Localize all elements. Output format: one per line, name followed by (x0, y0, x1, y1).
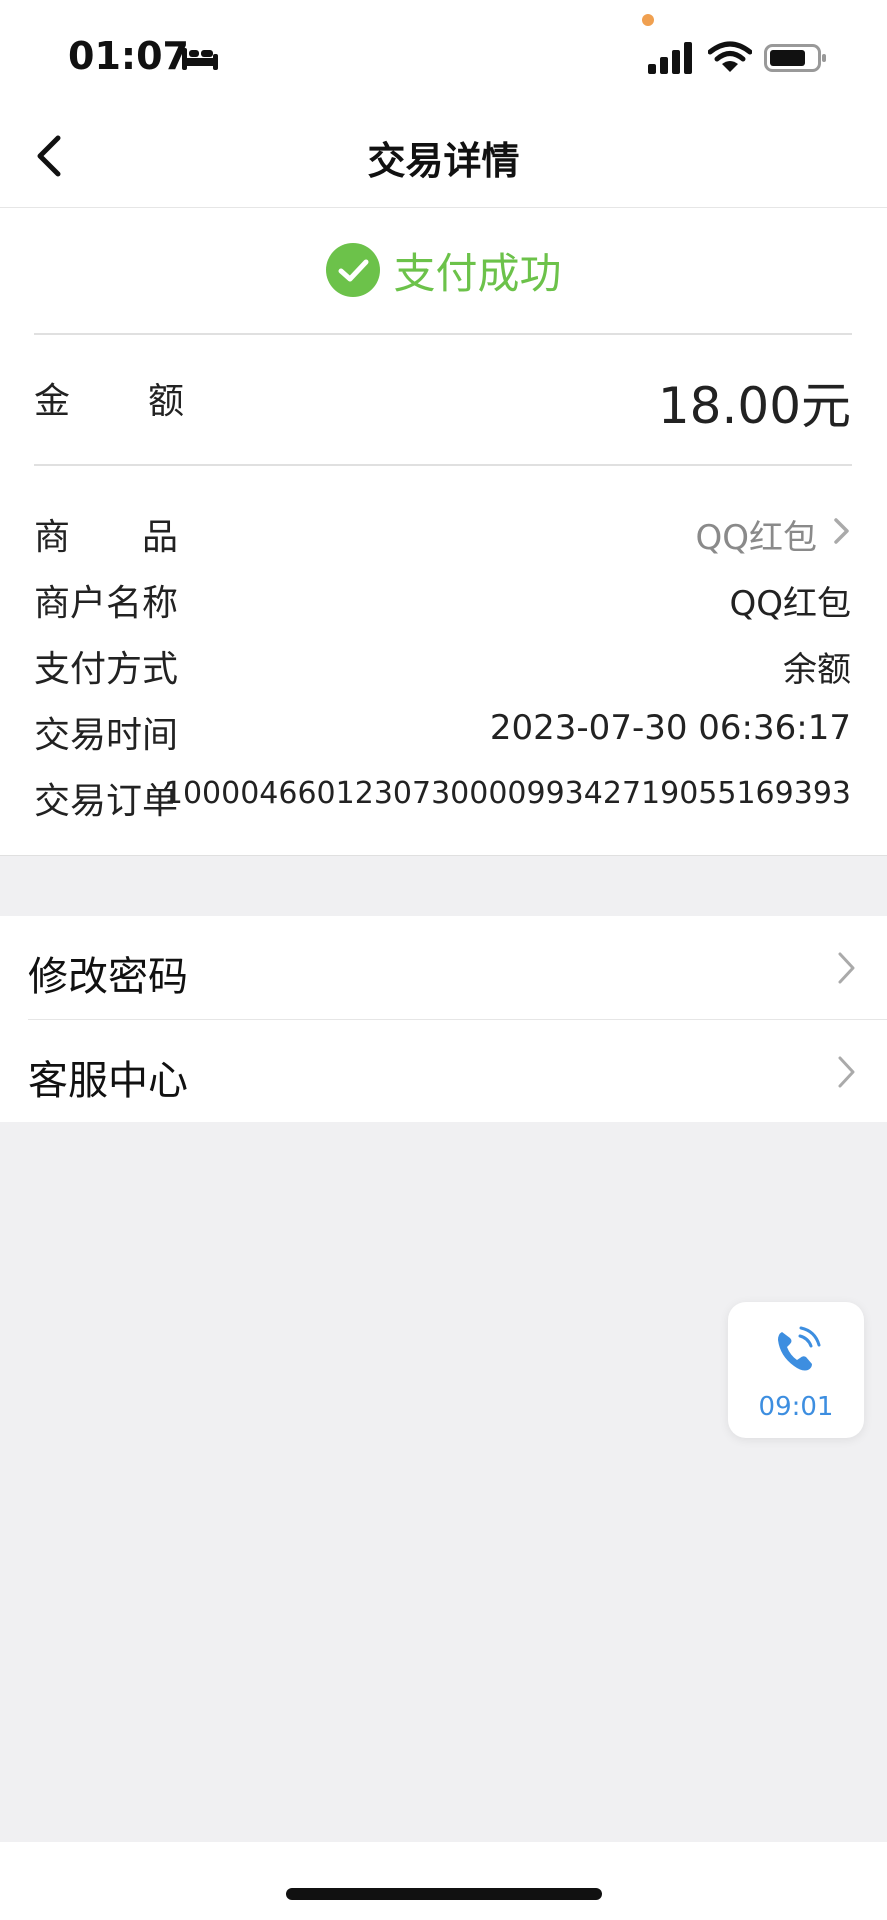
merchant-value: QQ红包 (729, 584, 851, 624)
payment-status-text: 支付成功 (393, 248, 562, 298)
chevron-right-icon[interactable] (831, 514, 853, 548)
amount-value: 18.00元 (657, 377, 851, 435)
order-number-value: 100004660123073000099342719055169393 (163, 776, 851, 811)
product-link[interactable]: QQ红包 (695, 510, 817, 559)
chevron-right-icon (838, 952, 855, 984)
change-password-label: 修改密码 (28, 954, 188, 1000)
customer-service-label: 客服中心 (28, 1058, 188, 1104)
product-label: 商 品 (34, 517, 179, 558)
floating-call-widget[interactable]: 09:01 (728, 1302, 864, 1438)
cellular-signal-icon (648, 42, 692, 74)
transaction-detail-card: 支付成功 金 额 18.00元 商 品 QQ红包 商户名称 QQ红包 支付方式 … (0, 208, 887, 856)
chevron-right-icon (838, 1056, 855, 1088)
divider (34, 333, 852, 335)
status-time: 01:07 (68, 34, 189, 78)
order-number-label: 交易订单 (34, 781, 179, 822)
page-title: 交易详情 (367, 139, 520, 183)
wifi-icon (708, 41, 752, 72)
top-section: 01:07 交易详情 (0, 0, 887, 208)
success-check-icon (326, 243, 381, 297)
phone-call-icon (778, 1326, 821, 1371)
home-indicator[interactable] (286, 1888, 602, 1900)
battery-icon (764, 44, 826, 72)
payment-status: 支付成功 (0, 240, 887, 300)
amount-label: 金 额 (34, 381, 187, 422)
customer-service-item[interactable]: 客服中心 (0, 1020, 887, 1123)
merchant-label: 商户名称 (34, 583, 179, 624)
call-duration: 09:01 (758, 1392, 834, 1422)
settings-menu: 修改密码 客服中心 (0, 916, 887, 1122)
payment-method-label: 支付方式 (34, 649, 179, 690)
transaction-time-label: 交易时间 (34, 715, 179, 756)
privacy-indicator-dot (642, 14, 654, 26)
bottom-safe-area (0, 1842, 887, 1920)
sleep-bed-icon (182, 48, 218, 70)
transaction-time-value: 2023-07-30 06:36:17 (489, 708, 851, 748)
payment-method-value: 余额 (783, 650, 851, 690)
divider (34, 464, 852, 466)
change-password-item[interactable]: 修改密码 (0, 916, 887, 1019)
